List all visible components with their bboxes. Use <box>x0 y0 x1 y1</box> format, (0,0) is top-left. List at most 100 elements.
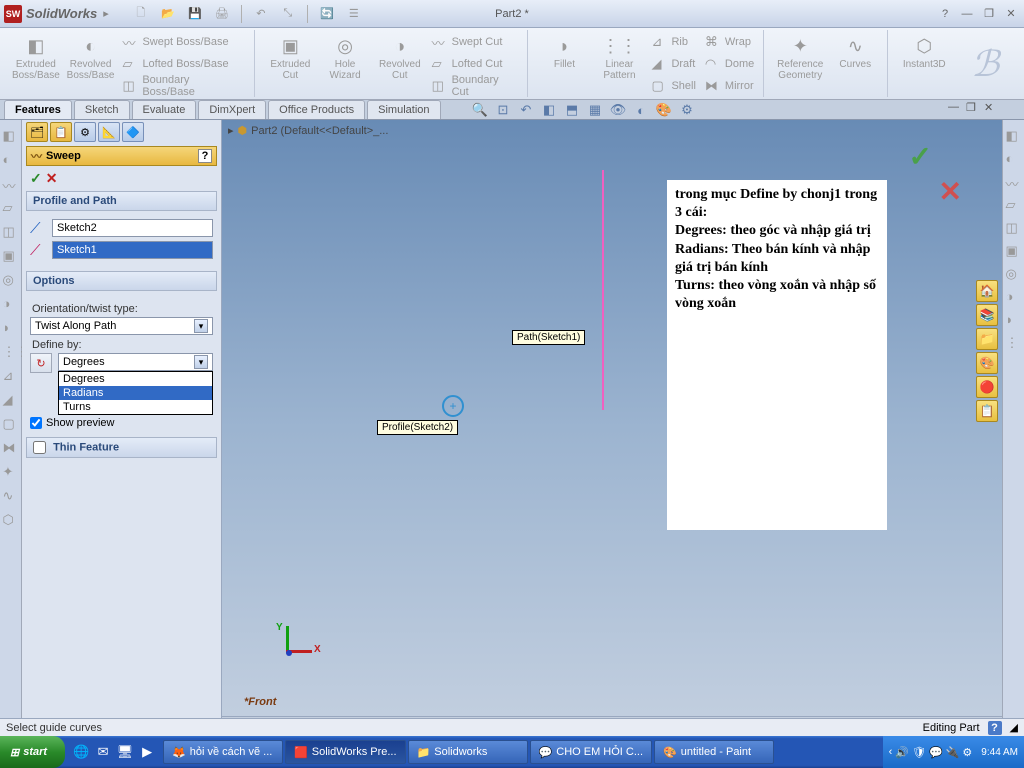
path-field[interactable]: Sketch1 <box>52 241 213 259</box>
extruded-boss-button[interactable]: ◧Extruded Boss/Base <box>10 32 62 81</box>
appearance-icon[interactable]: 🎨 <box>654 101 674 119</box>
section-view-icon[interactable]: ◧ <box>539 101 559 119</box>
reject-x-icon[interactable]: ✕ <box>939 175 962 208</box>
dropdown-item-radians[interactable]: Radians <box>59 386 212 400</box>
tray-icon[interactable]: 🔌 <box>946 746 960 759</box>
dropdown-item-degrees[interactable]: Degrees <box>59 372 212 386</box>
pm-tab-dim-icon[interactable]: 📐 <box>98 122 120 142</box>
pm-tab-feature-icon[interactable]: 🗂 <box>26 122 48 142</box>
draft-button[interactable]: ◢Draft <box>648 54 698 74</box>
tool-icon[interactable]: ⋮⋮ <box>1006 335 1022 351</box>
print-icon[interactable]: 🖨 <box>210 3 234 25</box>
tool-icon[interactable]: ▣ <box>3 248 19 264</box>
tool-icon[interactable]: ✦ <box>3 464 19 480</box>
tab-dimxpert[interactable]: DimXpert <box>198 100 266 119</box>
direction-toggle-button[interactable]: ↻ <box>30 353 52 373</box>
tray-icon[interactable]: 🔊 <box>895 746 909 759</box>
design-library-tab-icon[interactable]: 📚 <box>976 304 998 326</box>
graphics-viewport[interactable]: ▸ ⬢ Part2 (Default<<Default>_... ✓ ✕ Pat… <box>222 120 1002 736</box>
thin-feature-checkbox[interactable] <box>33 441 46 454</box>
rib-button[interactable]: ⊿Rib <box>648 32 698 52</box>
help-button[interactable]: ? <box>936 5 954 23</box>
view-settings-icon[interactable]: ⚙ <box>677 101 697 119</box>
tool-icon[interactable]: ◗ <box>1006 312 1022 328</box>
app-menu-arrow-icon[interactable]: ▸ <box>103 7 109 20</box>
zoom-area-icon[interactable]: ⊡ <box>493 101 513 119</box>
pm-tab-config-icon[interactable]: ⚙ <box>74 122 96 142</box>
tool-icon[interactable]: ▢ <box>3 416 19 432</box>
section-profile-path[interactable]: Profile and Path <box>26 191 217 211</box>
close-button[interactable]: ✕ <box>1002 5 1020 23</box>
view-triad[interactable]: Y X <box>262 626 312 676</box>
start-button[interactable]: ⊞ start <box>0 736 65 768</box>
taskbar-task[interactable]: 💬CHO EM HỎI C... <box>530 740 652 764</box>
tab-features[interactable]: Features <box>4 100 72 119</box>
reference-geometry-button[interactable]: ✦Reference Geometry <box>774 32 826 81</box>
tray-icon[interactable]: ⚙ <box>962 746 972 759</box>
section-thin-feature[interactable]: Thin Feature <box>26 437 217 458</box>
revolved-boss-button[interactable]: ◐Revolved Boss/Base <box>65 32 117 81</box>
tray-icon[interactable]: 💬 <box>929 746 943 759</box>
resources-tab-icon[interactable]: 🏠 <box>976 280 998 302</box>
tab-simulation[interactable]: Simulation <box>367 100 440 119</box>
curves-button[interactable]: ∿Curves <box>829 32 881 70</box>
tool-icon[interactable]: ◢ <box>3 392 19 408</box>
options-icon[interactable]: ☰ <box>342 3 366 25</box>
swept-cut-button[interactable]: 〰Swept Cut <box>429 32 522 52</box>
tool-icon[interactable]: ▱ <box>1006 197 1022 213</box>
taskbar-task[interactable]: 🦊hỏi về cách vẽ ... <box>163 740 283 764</box>
profile-sketch-circle[interactable] <box>442 395 464 417</box>
profile-field[interactable]: Sketch2 <box>52 219 213 237</box>
shell-button[interactable]: ▢Shell <box>648 76 698 96</box>
tool-icon[interactable]: ◑ <box>3 296 19 312</box>
define-by-combo[interactable]: Degrees ▾ Degrees Radians Turns <box>58 353 213 371</box>
pm-help-button[interactable]: ? <box>198 149 212 163</box>
mirror-button[interactable]: ⧓Mirror <box>702 76 757 96</box>
mdi-restore-button[interactable]: ❐ <box>966 101 980 115</box>
accept-check-icon[interactable]: ✓ <box>909 140 932 173</box>
tool-icon[interactable]: ⬡ <box>3 512 19 528</box>
zoom-fit-icon[interactable]: 🔍 <box>470 101 490 119</box>
tool-icon[interactable]: ∿ <box>3 488 19 504</box>
tool-icon[interactable]: ⋮⋮ <box>3 344 19 360</box>
section-options[interactable]: Options <box>26 271 217 291</box>
tool-icon[interactable]: ◧ <box>1006 128 1022 144</box>
tool-icon[interactable]: ◧ <box>3 128 19 144</box>
scene-icon[interactable]: ◐ <box>631 101 651 119</box>
tab-sketch[interactable]: Sketch <box>74 100 130 119</box>
display-style-icon[interactable]: ▦ <box>585 101 605 119</box>
tool-icon[interactable]: ⧓ <box>3 440 19 456</box>
quicklaunch-media-icon[interactable]: ▶ <box>137 740 157 764</box>
path-sketch-line[interactable] <box>602 170 604 410</box>
tool-icon[interactable]: ▣ <box>1006 243 1022 259</box>
open-icon[interactable]: 📂 <box>156 3 180 25</box>
save-icon[interactable]: 💾 <box>183 3 207 25</box>
tool-icon[interactable]: ◫ <box>3 224 19 240</box>
tool-icon[interactable]: ◫ <box>1006 220 1022 236</box>
quicklaunch-ie-icon[interactable]: 🌐 <box>71 740 91 764</box>
status-help-icon[interactable]: ? <box>988 721 1002 735</box>
dome-button[interactable]: ◠Dome <box>702 54 757 74</box>
revolved-cut-button[interactable]: ◑Revolved Cut <box>374 32 426 81</box>
pm-tab-display-icon[interactable]: 🔷 <box>122 122 144 142</box>
rebuild-icon[interactable]: 🔄 <box>315 3 339 25</box>
orientation-combo[interactable]: Twist Along Path ▾ <box>30 317 213 335</box>
appearances-tab-icon[interactable]: 🔴 <box>976 376 998 398</box>
linear-pattern-button[interactable]: ⋮⋮Linear Pattern <box>593 32 645 81</box>
file-explorer-tab-icon[interactable]: 📁 <box>976 328 998 350</box>
cancel-button[interactable]: ✕ <box>46 170 58 187</box>
mdi-close-button[interactable]: ✕ <box>984 101 998 115</box>
tab-evaluate[interactable]: Evaluate <box>132 100 197 119</box>
expand-icon[interactable]: ▸ <box>228 124 234 137</box>
profile-callout[interactable]: Profile(Sketch2) <box>377 420 458 435</box>
lofted-cut-button[interactable]: ▱Lofted Cut <box>429 54 522 74</box>
tool-icon[interactable]: ◗ <box>3 320 19 336</box>
new-icon[interactable]: 🗋 <box>129 3 153 25</box>
tray-expand-icon[interactable]: ‹ <box>889 746 893 758</box>
instant3d-button[interactable]: ⬡Instant3D <box>898 32 950 70</box>
tab-office-products[interactable]: Office Products <box>268 100 365 119</box>
tool-icon[interactable]: ◐ <box>3 152 19 168</box>
show-preview-checkbox[interactable] <box>30 417 42 429</box>
clock[interactable]: 9:44 AM <box>981 747 1018 758</box>
quicklaunch-desktop-icon[interactable]: 🖥 <box>115 740 135 764</box>
